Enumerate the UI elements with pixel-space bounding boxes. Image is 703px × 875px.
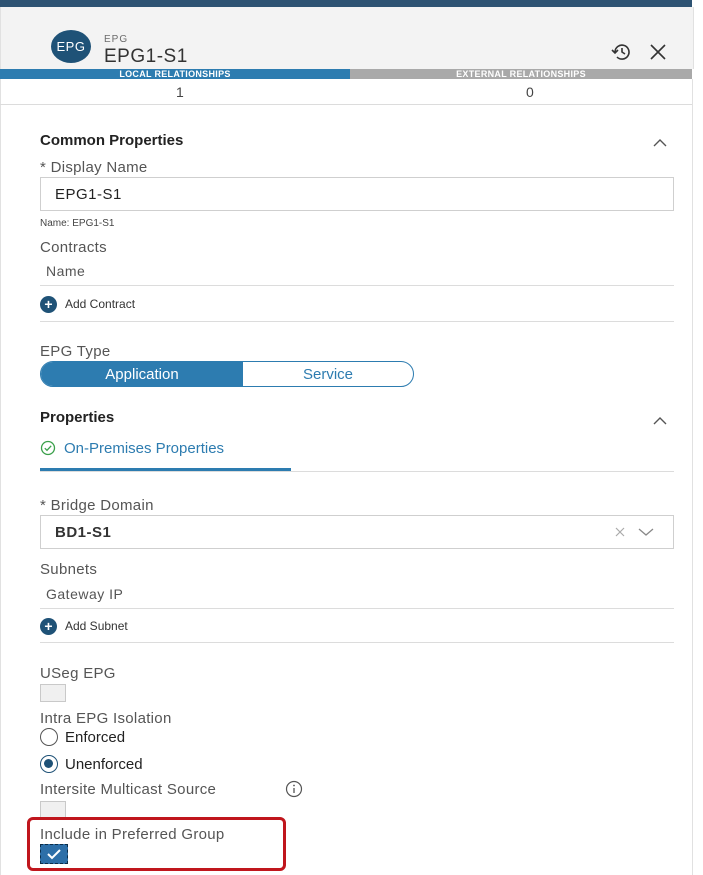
add-contract-button[interactable]: + Add Contract (40, 295, 135, 313)
tab-local-relationships[interactable]: LOCAL RELATIONSHIPS (0, 69, 350, 79)
close-icon[interactable] (647, 41, 669, 63)
subtab-divider (40, 471, 674, 472)
relationship-tabs: LOCAL RELATIONSHIPS EXTERNAL RELATIONSHI… (0, 69, 692, 79)
properties-title: Properties (40, 409, 115, 426)
bridge-domain-value: BD1-S1 (55, 524, 112, 541)
epg-type-application-option[interactable]: Application (41, 362, 243, 386)
top-accent-bar (0, 0, 692, 7)
panel-header: EPG EPG EPG1-S1 (0, 7, 694, 69)
subnets-label: Subnets (40, 561, 98, 578)
subnets-footer-divider (40, 642, 674, 643)
isolation-enforced-option[interactable]: Enforced (40, 727, 125, 747)
useg-epg-label: USeg EPG (40, 665, 116, 682)
common-properties-title: Common Properties (40, 132, 184, 149)
bridge-domain-select[interactable]: BD1-S1 (40, 515, 674, 549)
external-relationships-count: 0 (526, 84, 534, 100)
subnets-header-divider (40, 608, 674, 609)
collapse-properties-chevron-up-icon[interactable] (652, 416, 668, 426)
intra-epg-isolation-label: Intra EPG Isolation (40, 710, 172, 727)
add-subnet-button[interactable]: + Add Subnet (40, 617, 128, 635)
contracts-label: Contracts (40, 239, 107, 256)
isolation-unenforced-option[interactable]: Unenforced (40, 754, 143, 774)
add-subnet-label: Add Subnet (65, 619, 128, 633)
contracts-header-divider (40, 285, 674, 286)
tab-external-relationships[interactable]: EXTERNAL RELATIONSHIPS (350, 69, 692, 79)
contracts-name-column-header: Name (46, 263, 86, 279)
highlight-box (27, 817, 286, 871)
enforced-label: Enforced (65, 728, 126, 746)
history-icon[interactable] (610, 41, 632, 63)
useg-epg-checkbox[interactable] (40, 684, 66, 702)
plus-circle-icon: + (40, 617, 57, 635)
display-name-value: EPG1-S1 (55, 186, 122, 203)
epg-properties-panel: EPG EPG EPG1-S1 LOCAL RELATIONSHIPS EXTE… (0, 0, 703, 875)
bridge-domain-label: * Bridge Domain (40, 497, 154, 514)
check-circle-icon (40, 440, 56, 456)
info-icon[interactable] (285, 780, 303, 798)
radio-button-unenforced[interactable] (40, 755, 58, 773)
epg-type-label: EPG Type (40, 343, 111, 360)
add-contract-label: Add Contract (65, 297, 136, 311)
on-premises-tab-label: On-Premises Properties (64, 439, 225, 457)
display-name-label: * Display Name (40, 159, 148, 176)
object-kind-label: EPG (104, 34, 129, 45)
epg-type-service-option[interactable]: Service (243, 362, 413, 386)
radio-button-enforced[interactable] (40, 728, 58, 746)
tab-on-premises-properties[interactable]: On-Premises Properties (40, 437, 224, 459)
unenforced-label: Unenforced (65, 755, 143, 773)
collapse-common-chevron-up-icon[interactable] (652, 138, 668, 148)
epg-badge-icon: EPG (51, 30, 91, 63)
clear-and-chevron-down-icon[interactable] (613, 525, 659, 539)
intersite-multicast-source-label: Intersite Multicast Source (40, 781, 217, 798)
page-title: EPG1-S1 (104, 46, 188, 67)
panel-border-right (692, 79, 693, 875)
contracts-footer-divider (40, 321, 674, 322)
subnets-gateway-ip-column-header: Gateway IP (46, 586, 124, 602)
display-name-input[interactable]: EPG1-S1 (40, 177, 674, 211)
plus-circle-icon: + (40, 295, 57, 313)
local-relationships-count: 1 (176, 84, 184, 100)
name-hint: Name: EPG1-S1 (40, 218, 115, 229)
header-divider (0, 104, 692, 105)
panel-border-left (0, 79, 1, 875)
epg-type-segmented-control: Application Service (40, 361, 414, 387)
